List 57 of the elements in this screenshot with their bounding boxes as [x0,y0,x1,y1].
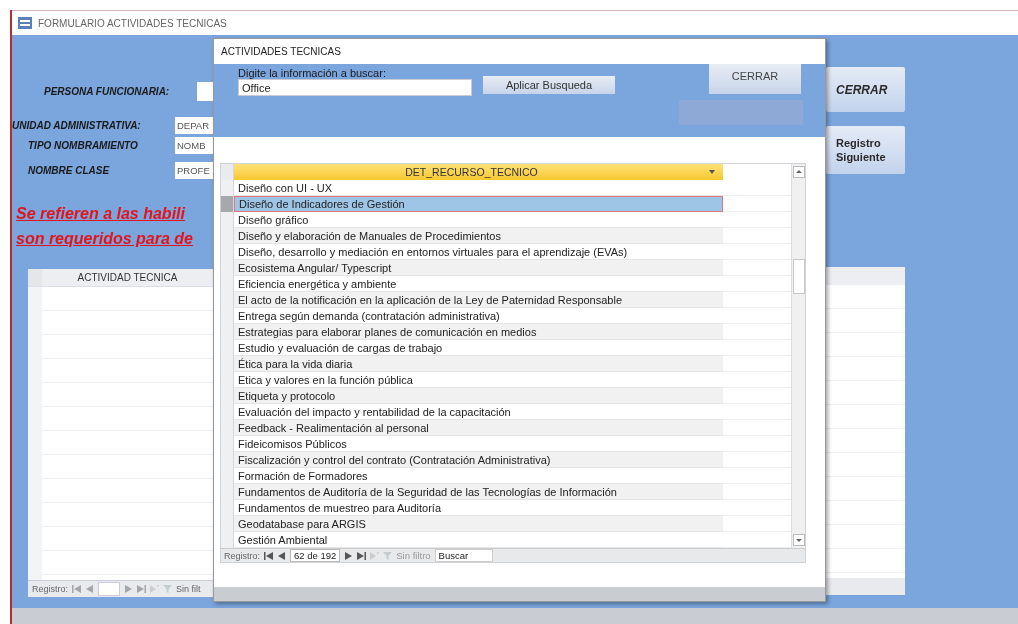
row-selector[interactable] [221,180,234,196]
row-selector[interactable] [221,212,234,228]
nav-label: Registro: [32,584,68,594]
apply-search-button[interactable]: Aplicar Busqueda [483,76,615,94]
input-field[interactable]: NOMB [175,137,213,154]
field-label: NOMBRE CLASE [27,165,111,176]
record-field[interactable] [98,582,120,596]
caret-icon[interactable] [709,170,715,174]
next-record-icon[interactable] [344,551,354,560]
table-cell[interactable]: Fiscalización y control del contrato (Contratación Administrativa) [234,452,723,468]
search-field[interactable]: Buscar [434,549,493,562]
search-field[interactable]: Office [238,79,472,96]
column-header[interactable]: DET_RECURSO_TECNICO [234,164,723,180]
select-all-cell[interactable] [221,164,234,180]
notice-text: son requeridos para de [16,229,193,249]
filter-icon[interactable] [163,585,172,593]
notice-text: Se refieren a las habili [16,204,185,224]
field-label: PERSONA FUNCIONARIA: [43,86,171,97]
row-selector[interactable] [221,532,234,548]
table-cell[interactable]: Ecosistema Angular/ Typescript [234,260,723,276]
first-record-icon[interactable] [264,551,273,560]
table-cell[interactable]: Fundamentos de Auditoría de la Seguridad de las Tecnologías de Información [234,484,723,500]
form-icon[interactable] [18,17,32,29]
close-button[interactable]: CERRAR [709,64,801,94]
select-all-cell[interactable] [28,269,42,286]
table-cell[interactable]: Etiqueta y protocolo [234,388,723,404]
filter-icon[interactable] [383,551,393,560]
table-cell[interactable]: Estrategias para elaborar planes de comunicación en medios [234,324,723,340]
field-label: TIPO NOMBRAMIENTO [27,140,139,151]
table-cell[interactable]: Diseño y elaboración de Manuales de Procedimientos [234,228,723,244]
window-title: FORMULARIO ACTIVIDADES TECNICAS [38,17,227,29]
next-record-button[interactable]: Registro Siguiente [826,126,905,174]
field-label: UNIDAD ADMINISTRATIVA: [12,120,142,131]
last-record-icon[interactable] [357,551,367,560]
table-cell[interactable]: Geodatabase para ARGIS [234,516,723,532]
input-field[interactable]: PROFE [175,162,213,179]
column-header: ACTIVIDAD TECNICA [76,272,179,283]
filter-status: Sin filt [176,584,201,594]
input-field[interactable]: DEPAR [175,117,213,134]
record-field[interactable]: 62 de 192 [290,549,341,562]
scroll-thumb[interactable] [793,259,805,294]
table-cell[interactable]: Ética para la vida diaria [234,356,723,372]
new-record-icon[interactable] [150,585,159,593]
previous-record-icon[interactable] [277,551,286,560]
input-field[interactable] [197,82,213,101]
scrollbar[interactable] [791,164,805,548]
search-label: Digite la información a buscar: [238,67,387,79]
nav-label: Registro: [224,550,260,561]
dialog-title: ACTIVIDADES TECNICAS [220,45,342,59]
close-button[interactable]: CERRAR [826,67,905,112]
filter-status: Sin filtro [396,550,431,561]
row-selector[interactable] [221,196,234,212]
scroll-down-icon[interactable] [792,534,805,546]
table-cell[interactable]: Diseño de Indicadores de Gestión [234,196,723,212]
scroll-up-icon[interactable] [792,166,805,178]
table-cell[interactable]: El acto de la notificación en la aplicación de la Ley de Paternidad Responsable [234,292,723,308]
table-cell[interactable]: Feedback - Realimentación al personal [234,420,723,436]
